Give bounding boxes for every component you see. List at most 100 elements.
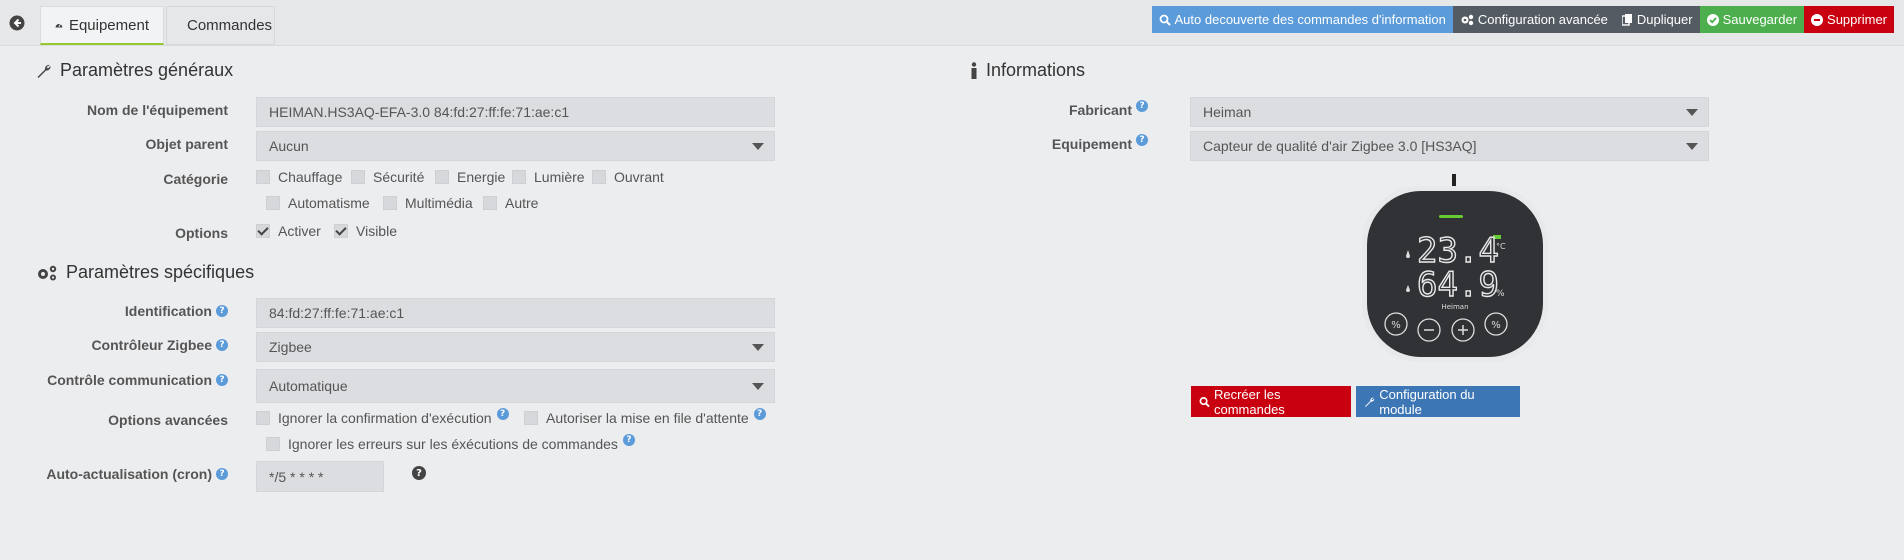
- device-image: 23.4 °C 64.9 % Heiman % %: [1362, 174, 1548, 362]
- tab-commandes-label: Commandes: [187, 17, 273, 34]
- check-circle-icon: [1706, 13, 1719, 26]
- controller-label: Contrôleur Zigbee?: [40, 334, 228, 356]
- maker-label: Fabricant?: [1000, 99, 1148, 121]
- device-brand: Heiman: [1441, 303, 1468, 311]
- name-value: HEIMAN.HS3AQ-EFA-3.0 84:fd:27:ff:fe:71:a…: [269, 104, 570, 120]
- identification-value: 84:fd:27:ff:fe:71:ae:c1: [269, 305, 405, 321]
- gears-icon: [1461, 14, 1474, 25]
- gauge-icon: [55, 23, 63, 28]
- options-label: Options: [175, 225, 228, 241]
- help-icon[interactable]: ?: [216, 339, 228, 351]
- maker-value: Heiman: [1203, 104, 1252, 120]
- category-label: Catégorie: [163, 171, 228, 187]
- help-icon[interactable]: ?: [1136, 100, 1148, 112]
- info-title-text: Informations: [986, 60, 1086, 80]
- category-ouvrant[interactable]: Ouvrant: [592, 169, 664, 185]
- help-icon[interactable]: ?: [622, 434, 635, 446]
- help-icon[interactable]: ?: [216, 305, 228, 317]
- save-label: Sauvegarder: [1722, 12, 1798, 27]
- module-config-label: Configuration du module: [1379, 386, 1475, 417]
- parent-label: Objet parent: [145, 136, 228, 152]
- communication-label: Contrôle communication?: [40, 369, 228, 391]
- category-energie[interactable]: Energie: [435, 169, 505, 185]
- svg-text:%: %: [1491, 320, 1501, 331]
- save-button[interactable]: Sauvegarder: [1699, 6, 1805, 33]
- tab-equipement[interactable]: Equipement: [40, 6, 164, 45]
- general-title-text: Paramètres généraux: [60, 60, 234, 80]
- name-label: Nom de l'équipement: [86, 102, 228, 118]
- specific-section-title: Paramètres spécifiques: [36, 262, 254, 283]
- advanced-config-label: Configuration avancée: [1477, 12, 1608, 27]
- category-chauffage[interactable]: Chauffage: [256, 169, 342, 185]
- copy-icon: [1621, 13, 1632, 26]
- category-multimedia[interactable]: Multimédia: [383, 195, 473, 211]
- top-bar: Equipement Commandes Auto decouverte des…: [0, 0, 1904, 46]
- chevron-down-icon: [752, 143, 764, 150]
- option-visible[interactable]: Visible: [334, 223, 397, 239]
- help-icon[interactable]: ?: [1136, 134, 1148, 146]
- maker-select[interactable]: Heiman: [1190, 97, 1709, 127]
- cron-input[interactable]: */5 * * * *: [256, 461, 384, 492]
- advanced-options-label: Options avancées: [108, 412, 228, 428]
- option-activer[interactable]: Activer: [256, 223, 321, 239]
- display-hum: 64.9: [1417, 265, 1499, 305]
- display-unit-hum: %: [1496, 289, 1505, 299]
- general-section-title: Paramètres généraux: [36, 60, 233, 81]
- info-section-title: Informations: [970, 60, 1085, 81]
- specific-title-text: Paramètres spécifiques: [66, 262, 255, 282]
- wrench-icon: [1365, 397, 1375, 407]
- help-icon[interactable]: ?: [753, 408, 766, 420]
- help-icon[interactable]: ?: [216, 374, 228, 386]
- arrow-left-circle-icon: [9, 15, 25, 31]
- communication-select[interactable]: Automatique: [256, 369, 775, 403]
- chevron-down-icon: [1686, 109, 1698, 116]
- option-allow-queue[interactable]: Autoriser la mise en file d'attente?: [524, 408, 766, 426]
- action-buttons: Auto decouverte des commandes d'informat…: [1151, 6, 1894, 33]
- duplicate-button[interactable]: Dupliquer: [1614, 6, 1700, 33]
- controller-value: Zigbee: [269, 339, 312, 355]
- delete-button[interactable]: Supprimer: [1804, 6, 1894, 33]
- category-lumiere[interactable]: Lumière: [512, 169, 585, 185]
- chevron-down-icon: [752, 383, 764, 390]
- name-input[interactable]: HEIMAN.HS3AQ-EFA-3.0 84:fd:27:ff:fe:71:a…: [256, 97, 775, 127]
- cron-label: Auto-actualisation (cron)?: [40, 463, 228, 485]
- identification-input[interactable]: 84:fd:27:ff:fe:71:ae:c1: [256, 298, 775, 328]
- category-automatisme[interactable]: Automatisme: [266, 195, 370, 211]
- option-ignore-errors[interactable]: Ignorer les erreurs sur les éxécutions d…: [266, 434, 635, 452]
- gears-icon: [38, 265, 57, 280]
- identification-label: Identification?: [40, 300, 228, 322]
- category-autre[interactable]: Autre: [483, 195, 538, 211]
- info-icon: [971, 61, 977, 79]
- duplicate-label: Dupliquer: [1636, 12, 1693, 27]
- category-securite[interactable]: Sécurité: [351, 169, 424, 185]
- option-ignore-confirmation[interactable]: Ignorer la confirmation d'exécution?: [256, 408, 509, 426]
- controller-select[interactable]: Zigbee: [256, 332, 775, 362]
- help-icon[interactable]: ?: [496, 408, 509, 420]
- communication-value: Automatique: [269, 378, 348, 394]
- display-unit-temp: °C: [1496, 242, 1506, 251]
- device-select[interactable]: Capteur de qualité d'air Zigbee 3.0 [HS3…: [1190, 131, 1709, 161]
- recreate-commands-button[interactable]: Recréer les commandes: [1191, 386, 1351, 417]
- back-button[interactable]: [4, 10, 30, 36]
- search-icon: [1159, 14, 1171, 26]
- device-value: Capteur de qualité d'air Zigbee 3.0 [HS3…: [1203, 138, 1477, 154]
- parent-select[interactable]: Aucun: [256, 131, 775, 161]
- delete-label: Supprimer: [1827, 12, 1887, 27]
- svg-text:%: %: [1391, 320, 1401, 331]
- cron-help-icon[interactable]: ?: [412, 466, 426, 480]
- parent-value: Aucun: [269, 138, 309, 154]
- search-icon: [1199, 396, 1210, 407]
- auto-discovery-label: Auto decouverte des commandes d'informat…: [1174, 12, 1446, 27]
- chevron-down-icon: [1686, 143, 1698, 150]
- module-config-button[interactable]: Configuration du module: [1356, 386, 1520, 417]
- advanced-config-button[interactable]: Configuration avancée: [1452, 6, 1615, 33]
- recreate-commands-label: Recréer les commandes: [1213, 386, 1285, 417]
- tab-commandes[interactable]: Commandes: [166, 6, 275, 45]
- tab-equipement-label: Equipement: [68, 16, 149, 34]
- chevron-down-icon: [752, 344, 764, 351]
- wrench-icon: [37, 64, 51, 78]
- minus-circle-icon: [1811, 13, 1824, 26]
- auto-discovery-button[interactable]: Auto decouverte des commandes d'informat…: [1151, 6, 1453, 33]
- help-icon[interactable]: ?: [216, 468, 228, 480]
- cron-value: */5 * * * *: [269, 468, 324, 485]
